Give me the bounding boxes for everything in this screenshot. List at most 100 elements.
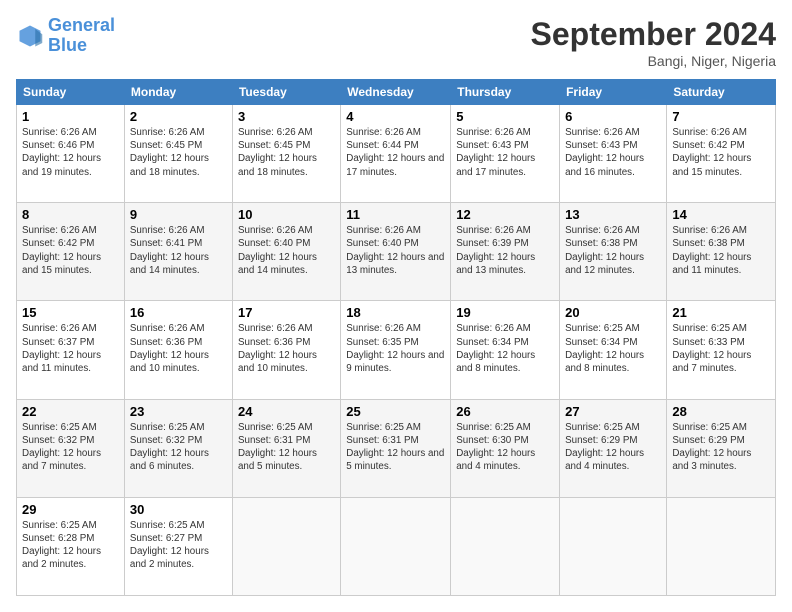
day-info: Sunrise: 6:26 AMSunset: 6:34 PMDaylight:… <box>456 322 554 375</box>
day-number: 18 <box>346 305 445 320</box>
day-number: 13 <box>565 207 661 222</box>
col-monday: Monday <box>124 80 232 105</box>
day-number: 3 <box>238 109 335 124</box>
col-friday: Friday <box>560 80 667 105</box>
day-info: Sunrise: 6:25 AMSunset: 6:34 PMDaylight:… <box>565 322 661 375</box>
day-info: Sunrise: 6:26 AMSunset: 6:43 PMDaylight:… <box>456 126 554 179</box>
day-info: Sunrise: 6:26 AMSunset: 6:40 PMDaylight:… <box>346 224 445 277</box>
calendar-cell: 27Sunrise: 6:25 AMSunset: 6:29 PMDayligh… <box>560 399 667 497</box>
calendar-cell: 6 Sunrise: 6:26 AMSunset: 6:43 PMDaylight… <box>560 105 667 203</box>
day-number: 25 <box>346 404 445 419</box>
day-info: Sunrise: 6:25 AMSunset: 6:32 PMDaylight:… <box>22 421 119 474</box>
calendar-cell: 17 Sunrise: 6:26 AMSunset: 6:36 PMDayligh… <box>232 301 340 399</box>
day-number: 20 <box>565 305 661 320</box>
calendar-cell: 13 Sunrise: 6:26 AMSunset: 6:38 PMDayligh… <box>560 203 667 301</box>
calendar-cell: 21 Sunrise: 6:25 AMSunset: 6:33 PMDayligh… <box>667 301 776 399</box>
day-info: Sunrise: 6:26 AMSunset: 6:40 PMDaylight:… <box>238 224 335 277</box>
day-info: Sunrise: 6:25 AMSunset: 6:31 PMDaylight:… <box>346 421 445 474</box>
day-number: 1 <box>22 109 119 124</box>
day-number: 16 <box>130 305 227 320</box>
calendar-cell: 9 Sunrise: 6:26 AMSunset: 6:41 PMDaylight… <box>124 203 232 301</box>
calendar-cell: 3 Sunrise: 6:26 AMSunset: 6:45 PMDaylight… <box>232 105 340 203</box>
day-info: Sunrise: 6:26 AMSunset: 6:41 PMDaylight:… <box>130 224 227 277</box>
calendar-cell: 12 Sunrise: 6:26 AMSunset: 6:39 PMDayligh… <box>451 203 560 301</box>
day-number: 6 <box>565 109 661 124</box>
calendar-cell <box>560 497 667 595</box>
day-number: 17 <box>238 305 335 320</box>
day-number: 21 <box>672 305 770 320</box>
title-block: September 2024 Bangi, Niger, Nigeria <box>531 16 776 69</box>
day-number: 30 <box>130 502 227 517</box>
day-number: 10 <box>238 207 335 222</box>
day-number: 12 <box>456 207 554 222</box>
location: Bangi, Niger, Nigeria <box>531 53 776 69</box>
day-info: Sunrise: 6:26 AMSunset: 6:42 PMDaylight:… <box>22 224 119 277</box>
day-info: Sunrise: 6:26 AMSunset: 6:35 PMDaylight:… <box>346 322 445 375</box>
day-number: 2 <box>130 109 227 124</box>
logo-line1: General <box>48 15 115 35</box>
day-info: Sunrise: 6:25 AMSunset: 6:29 PMDaylight:… <box>672 421 770 474</box>
calendar-cell: 20 Sunrise: 6:25 AMSunset: 6:34 PMDayligh… <box>560 301 667 399</box>
page: General Blue September 2024 Bangi, Niger… <box>0 0 792 612</box>
day-number: 11 <box>346 207 445 222</box>
day-info: Sunrise: 6:25 AMSunset: 6:31 PMDaylight:… <box>238 421 335 474</box>
calendar-week-4: 22 Sunrise: 6:25 AMSunset: 6:32 PMDayligh… <box>17 399 776 497</box>
day-info: Sunrise: 6:26 AMSunset: 6:36 PMDaylight:… <box>130 322 227 375</box>
logo: General Blue <box>16 16 115 56</box>
calendar-cell: 16 Sunrise: 6:26 AMSunset: 6:36 PMDayligh… <box>124 301 232 399</box>
calendar-cell <box>341 497 451 595</box>
calendar-cell: 29 Sunrise: 6:25 AMSunset: 6:28 PMDayligh… <box>17 497 125 595</box>
calendar-cell: 7Sunrise: 6:26 AMSunset: 6:42 PMDaylight… <box>667 105 776 203</box>
logo-text: General Blue <box>48 16 115 56</box>
calendar-cell <box>451 497 560 595</box>
day-info: Sunrise: 6:26 AMSunset: 6:39 PMDaylight:… <box>456 224 554 277</box>
day-info: Sunrise: 6:26 AMSunset: 6:38 PMDaylight:… <box>672 224 770 277</box>
logo-icon <box>16 22 44 50</box>
col-thursday: Thursday <box>451 80 560 105</box>
day-number: 9 <box>130 207 227 222</box>
day-info: Sunrise: 6:25 AMSunset: 6:27 PMDaylight:… <box>130 519 227 572</box>
day-number: 24 <box>238 404 335 419</box>
day-info: Sunrise: 6:25 AMSunset: 6:33 PMDaylight:… <box>672 322 770 375</box>
calendar-cell: 4 Sunrise: 6:26 AMSunset: 6:44 PMDaylight… <box>341 105 451 203</box>
calendar-cell: 25 Sunrise: 6:25 AMSunset: 6:31 PMDayligh… <box>341 399 451 497</box>
day-info: Sunrise: 6:26 AMSunset: 6:38 PMDaylight:… <box>565 224 661 277</box>
day-info: Sunrise: 6:26 AMSunset: 6:43 PMDaylight:… <box>565 126 661 179</box>
calendar: Sunday Monday Tuesday Wednesday Thursday… <box>16 79 776 596</box>
day-info: Sunrise: 6:25 AMSunset: 6:28 PMDaylight:… <box>22 519 119 572</box>
day-number: 19 <box>456 305 554 320</box>
day-info: Sunrise: 6:25 AMSunset: 6:30 PMDaylight:… <box>456 421 554 474</box>
day-info: Sunrise: 6:26 AMSunset: 6:44 PMDaylight:… <box>346 126 445 179</box>
day-info: Sunrise: 6:26 AMSunset: 6:37 PMDaylight:… <box>22 322 119 375</box>
calendar-cell: 19 Sunrise: 6:26 AMSunset: 6:34 PMDayligh… <box>451 301 560 399</box>
day-info: Sunrise: 6:26 AMSunset: 6:45 PMDaylight:… <box>130 126 227 179</box>
header: General Blue September 2024 Bangi, Niger… <box>16 16 776 69</box>
day-info: Sunrise: 6:26 AMSunset: 6:46 PMDaylight:… <box>22 126 119 179</box>
day-number: 29 <box>22 502 119 517</box>
calendar-cell: 24 Sunrise: 6:25 AMSunset: 6:31 PMDayligh… <box>232 399 340 497</box>
calendar-header-row: Sunday Monday Tuesday Wednesday Thursday… <box>17 80 776 105</box>
calendar-cell <box>667 497 776 595</box>
day-info: Sunrise: 6:26 AMSunset: 6:45 PMDaylight:… <box>238 126 335 179</box>
day-number: 15 <box>22 305 119 320</box>
calendar-cell: 11 Sunrise: 6:26 AMSunset: 6:40 PMDayligh… <box>341 203 451 301</box>
day-info: Sunrise: 6:25 AMSunset: 6:29 PMDaylight:… <box>565 421 661 474</box>
calendar-week-5: 29 Sunrise: 6:25 AMSunset: 6:28 PMDayligh… <box>17 497 776 595</box>
col-tuesday: Tuesday <box>232 80 340 105</box>
day-number: 4 <box>346 109 445 124</box>
calendar-cell: 1 Sunrise: 6:26 AMSunset: 6:46 PMDaylight… <box>17 105 125 203</box>
calendar-cell: 23Sunrise: 6:25 AMSunset: 6:32 PMDayligh… <box>124 399 232 497</box>
calendar-cell: 10 Sunrise: 6:26 AMSunset: 6:40 PMDayligh… <box>232 203 340 301</box>
calendar-cell: 15 Sunrise: 6:26 AMSunset: 6:37 PMDayligh… <box>17 301 125 399</box>
day-number: 22 <box>22 404 119 419</box>
col-saturday: Saturday <box>667 80 776 105</box>
day-number: 14 <box>672 207 770 222</box>
col-sunday: Sunday <box>17 80 125 105</box>
day-info: Sunrise: 6:25 AMSunset: 6:32 PMDaylight:… <box>130 421 227 474</box>
day-info: Sunrise: 6:26 AMSunset: 6:36 PMDaylight:… <box>238 322 335 375</box>
day-number: 8 <box>22 207 119 222</box>
calendar-cell: 18 Sunrise: 6:26 AMSunset: 6:35 PMDayligh… <box>341 301 451 399</box>
calendar-cell: 30 Sunrise: 6:25 AMSunset: 6:27 PMDayligh… <box>124 497 232 595</box>
day-number: 5 <box>456 109 554 124</box>
calendar-cell: 22 Sunrise: 6:25 AMSunset: 6:32 PMDayligh… <box>17 399 125 497</box>
